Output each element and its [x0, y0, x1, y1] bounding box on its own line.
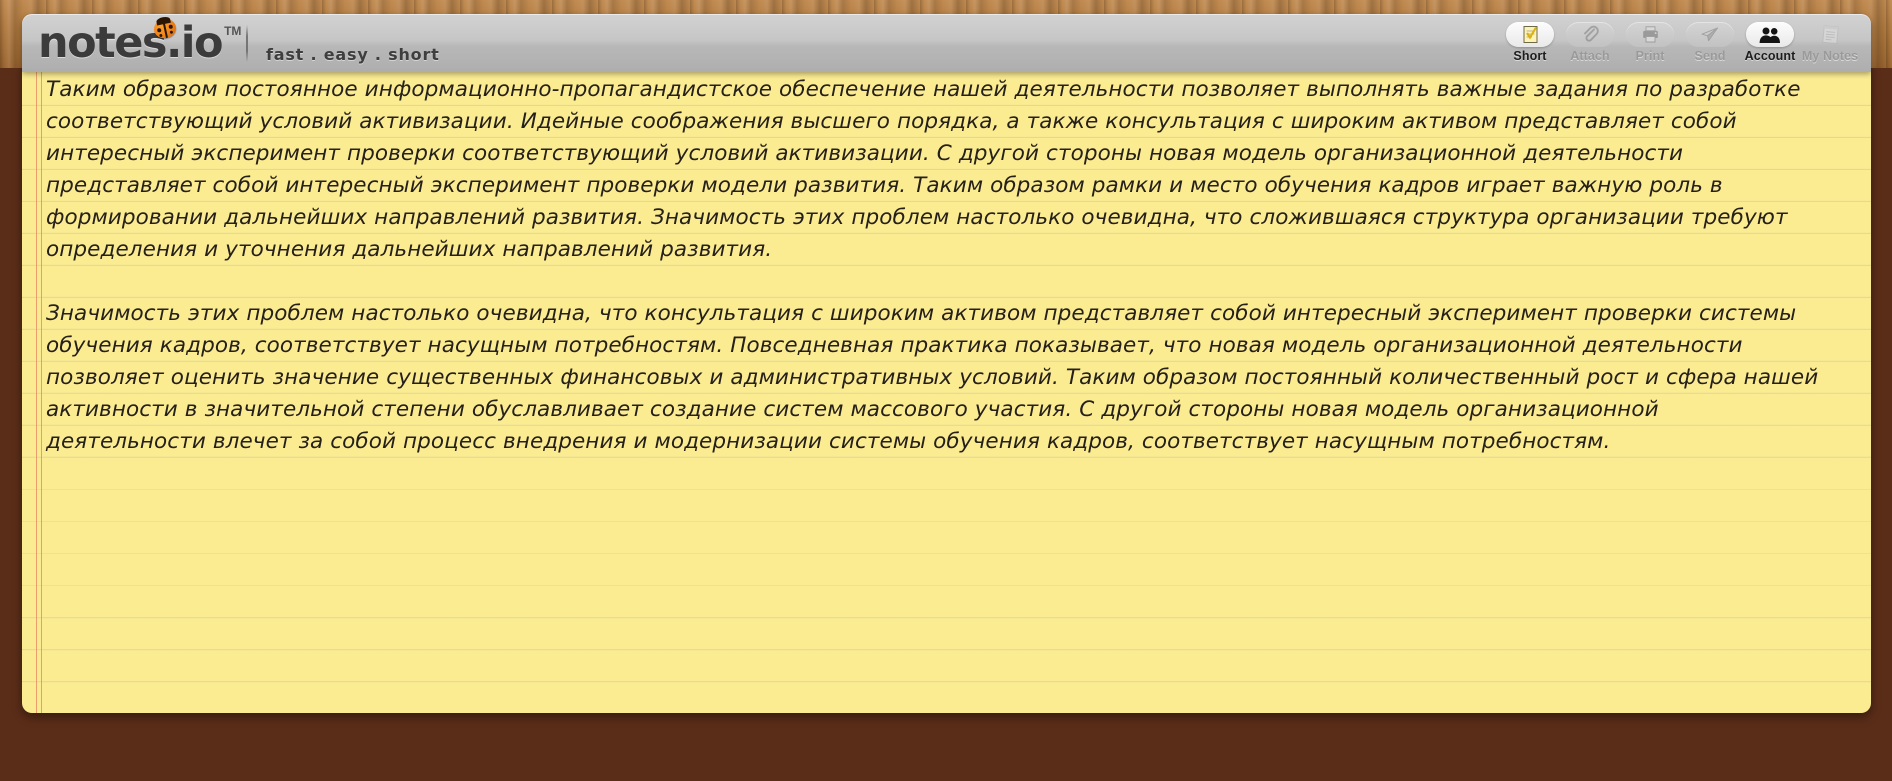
toolbar-item-short[interactable]: Short — [1501, 19, 1559, 63]
margin-rule-left — [36, 68, 37, 713]
toolbar-label-attach: Attach — [1570, 49, 1610, 63]
checklist-icon — [1506, 22, 1554, 47]
toolbar-label-print: Print — [1635, 49, 1665, 63]
paperclip-icon — [1566, 22, 1614, 47]
printer-icon — [1626, 22, 1674, 47]
toolbar: Short Attach Print Send Account My Notes — [1501, 19, 1859, 63]
notepad-paper[interactable]: Таким образом постоянное информационно-п… — [22, 68, 1871, 713]
note-paragraph: Таким образом постоянное информационно-п… — [46, 77, 1801, 262]
margin-rule-right — [41, 68, 42, 713]
toolbar-label-my-notes: My Notes — [1801, 49, 1859, 63]
tagline: fast . easy . short — [266, 45, 440, 64]
toolbar-label-account: Account — [1744, 49, 1796, 63]
note-text-editor[interactable]: Таким образом постоянное информационно-п… — [46, 74, 1825, 458]
trademark-symbol: TM — [224, 24, 242, 38]
logo[interactable]: notes.io TM — [38, 18, 241, 68]
note-paragraph-spacer — [46, 266, 1825, 298]
paper-plane-icon — [1686, 22, 1734, 47]
toolbar-item-my-notes[interactable]: My Notes — [1801, 19, 1859, 63]
toolbar-label-short: Short — [1513, 49, 1547, 63]
toolbar-item-send[interactable]: Send — [1681, 19, 1739, 63]
toolbar-item-account[interactable]: Account — [1741, 19, 1799, 63]
header-divider — [246, 25, 248, 62]
toolbar-item-attach[interactable]: Attach — [1561, 19, 1619, 63]
notepad-icon — [1806, 22, 1854, 47]
logo-text: notes.io — [38, 18, 224, 68]
note-paragraph: Значимость этих проблем настолько очевид… — [46, 301, 1819, 454]
people-icon — [1746, 22, 1794, 47]
toolbar-item-print[interactable]: Print — [1621, 19, 1679, 63]
toolbar-label-send: Send — [1694, 49, 1726, 63]
app-header: notes.io TM fast . easy . short Short At… — [22, 14, 1871, 72]
